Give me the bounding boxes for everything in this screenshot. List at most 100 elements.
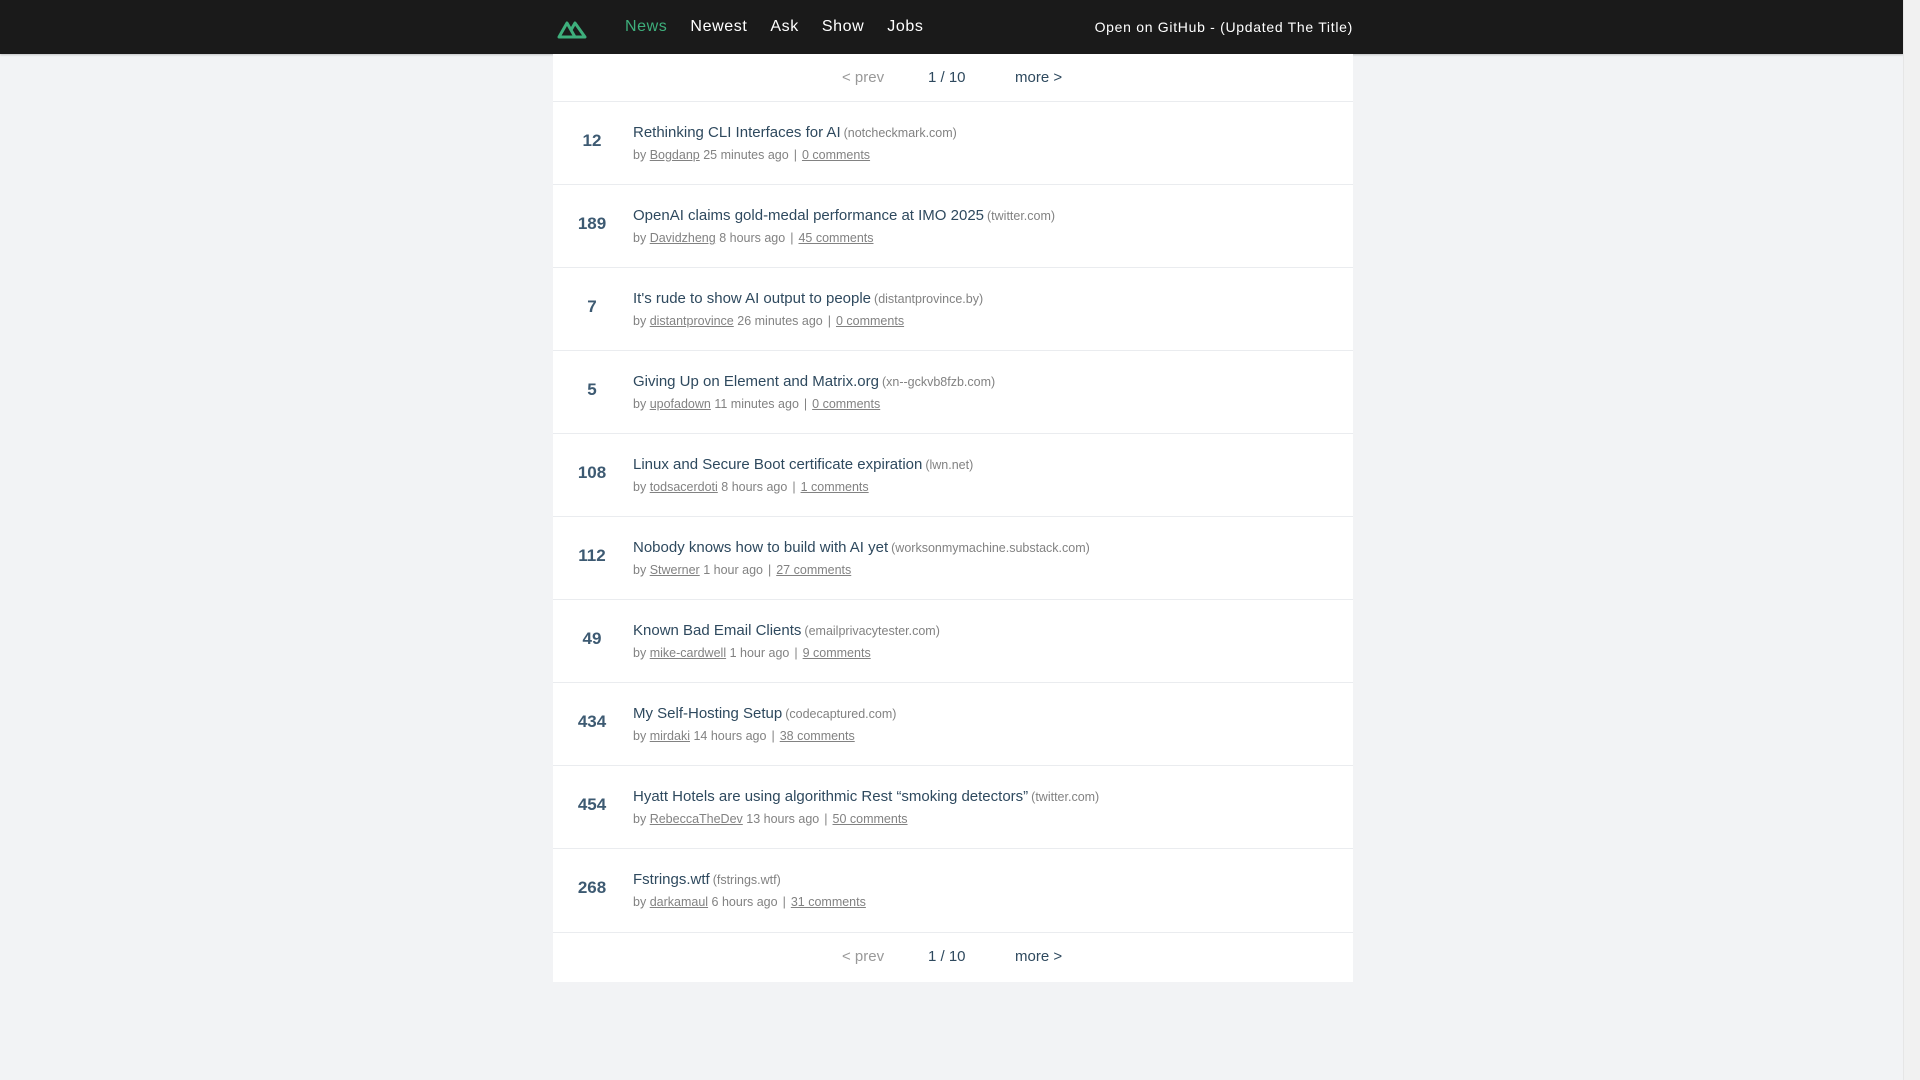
item-meta: by Stwerner 1 hour ago | 27 comments [633,563,851,577]
item-comments-link[interactable]: 1 comments [801,480,869,494]
item-meta: by Bogdanp 25 minutes ago | 0 comments [633,148,870,162]
item-title-link[interactable]: Fstrings.wtf [633,871,710,888]
item-host: (twitter.com) [1031,790,1100,804]
item-user-link[interactable]: Stwerner [650,563,700,577]
nav-ask[interactable]: Ask [770,18,798,36]
item-title-line: OpenAI claims gold-medal performance at … [633,207,1055,225]
item-user-link[interactable]: mike-cardwell [650,646,726,660]
prev-page-link: < prev [842,69,885,86]
item-host: (twitter.com) [987,209,1056,223]
item-host: (lwn.net) [925,458,974,472]
separator: | [824,812,828,826]
item-by-label: by [633,563,647,577]
item-user-link[interactable]: Davidzheng [650,231,716,245]
more-page-link[interactable]: more > [1015,948,1062,965]
item-comments-link[interactable]: 38 comments [780,729,855,743]
item-title-link[interactable]: Hyatt Hotels are using algorithmic Rest … [633,788,1028,805]
item-by-label: by [633,314,647,328]
item-meta: by upofadown 11 minutes ago | 0 comments [633,397,880,411]
separator: | [793,148,797,162]
item-by-label: by [633,148,647,162]
item-score: 5 [587,380,597,399]
page-indicator: 1 / 10 [928,948,966,965]
item-time: 1 hour ago [703,563,763,577]
item-comments-link[interactable]: 0 comments [812,397,880,411]
logo-icon[interactable] [557,15,589,39]
item-time: 8 hours ago [719,231,786,245]
item-score: 112 [578,546,606,565]
prev-page-link: < prev [842,948,885,965]
nav-newest[interactable]: Newest [690,18,747,36]
item-comments-link[interactable]: 45 comments [798,231,873,245]
item-title-line: Linux and Secure Boot certificate expira… [633,456,973,474]
item-comments-link[interactable]: 50 comments [833,812,908,826]
item-title-link[interactable]: OpenAI claims gold-medal performance at … [633,207,984,224]
item-user-link[interactable]: darkamaul [650,895,708,909]
item-title-line: Nobody knows how to build with AI yet (wo… [633,539,1090,557]
item-comments-link[interactable]: 0 comments [802,148,870,162]
item-title-link[interactable]: It's rude to show AI output to people [633,290,871,307]
nav-jobs[interactable]: Jobs [887,18,923,36]
item-host: (fstrings.wtf) [712,873,781,887]
more-page-link[interactable]: more > [1015,69,1062,86]
item-by-label: by [633,729,647,743]
separator: | [771,729,775,743]
item-by-label: by [633,231,647,245]
item-host: (codecaptured.com) [785,707,897,721]
item-meta: by darkamaul 6 hours ago | 31 comments [633,895,866,909]
item-user-link[interactable]: Bogdanp [650,148,700,162]
item-comments-link[interactable]: 31 comments [791,895,866,909]
item-user-link[interactable]: RebeccaTheDev [650,812,743,826]
item-score: 434 [577,712,607,731]
item-by-label: by [633,397,647,411]
top-navigation-bar: News Newest Ask Show Jobs Open on GitHub… [0,0,1904,54]
news-list-panel: < prev 1 / 10 more > 12 Rethinking CLI In… [553,54,1353,982]
news-item: 268 Fstrings.wtf (fstrings.wtf) by darkamau… [553,849,1353,932]
item-title-link[interactable]: Rethinking CLI Interfaces for AI [633,124,841,141]
item-user-link[interactable]: upofadown [650,397,711,411]
news-item: 112 Nobody knows how to build with AI yet… [553,517,1353,600]
item-title-link[interactable]: My Self-Hosting Setup [633,705,782,722]
item-score: 49 [582,629,602,648]
item-comments-link[interactable]: 27 comments [776,563,851,577]
news-item: 7 It's rude to show AI output to people (d… [553,268,1353,351]
nav-show[interactable]: Show [822,18,864,36]
item-user-link[interactable]: distantprovince [650,314,734,328]
item-meta: by mirdaki 14 hours ago | 38 comments [633,729,855,743]
separator: | [782,895,786,909]
main-nav: News Newest Ask Show Jobs [625,0,947,54]
item-by-label: by [633,646,647,660]
item-time: 6 hours ago [711,895,778,909]
item-title-link[interactable]: Nobody knows how to build with AI yet [633,539,888,556]
item-title-link[interactable]: Giving Up on Element and Matrix.org [633,373,879,390]
separator: | [803,397,808,411]
news-item: 49 Known Bad Email Clients (emailprivacyte… [553,600,1353,683]
item-host: (xn--gckvb8fzb.com) [881,375,996,389]
scrollbar[interactable] [1903,0,1920,1080]
item-title-link[interactable]: Known Bad Email Clients [633,622,801,639]
item-user-link[interactable]: todsacerdoti [650,480,718,494]
item-time: 25 minutes ago [703,148,789,162]
nav-news[interactable]: News [625,18,667,36]
item-title-line: Giving Up on Element and Matrix.org (xn--… [633,373,995,391]
item-by-label: by [633,812,647,826]
item-title-line: Hyatt Hotels are using algorithmic Rest … [633,788,1099,806]
item-comments-link[interactable]: 9 comments [803,646,871,660]
news-item: 12 Rethinking CLI Interfaces for AI (notch… [553,102,1353,185]
item-meta: by todsacerdoti 8 hours ago | 1 comments [633,480,869,494]
item-score: 454 [577,795,607,814]
item-title-link[interactable]: Linux and Secure Boot certificate expira… [633,456,922,473]
item-score: 108 [577,463,607,482]
item-time: 1 hour ago [729,646,790,660]
item-meta: by distantprovince 26 minutes ago | 0 comm… [633,314,904,328]
item-meta: by RebeccaTheDev 13 hours ago | 50 comment… [633,812,908,826]
item-comments-link[interactable]: 0 comments [836,314,904,328]
separator: | [792,480,796,494]
topbar-content: News Newest Ask Show Jobs Open on GitHub… [553,0,1353,54]
github-link[interactable]: Open on GitHub - (Updated The Title) [1095,0,1353,54]
item-title-line: Rethinking CLI Interfaces for AI (notchec… [633,124,957,142]
item-meta: by Davidzheng 8 hours ago | 45 comments [633,231,874,245]
item-title-line: My Self-Hosting Setup (codecaptured.com) [633,705,896,723]
item-title-line: It's rude to show AI output to people (di… [633,290,983,308]
item-user-link[interactable]: mirdaki [650,729,690,743]
